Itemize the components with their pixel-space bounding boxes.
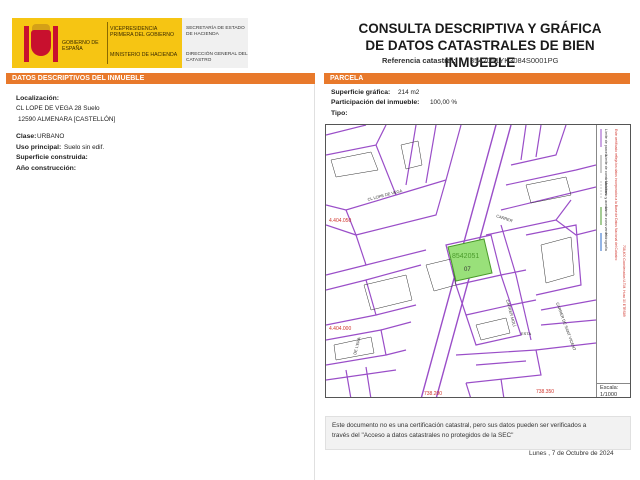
- address-line-2: 12590 ALMENARA [CASTELLÓN]: [18, 116, 116, 123]
- map-drawing: 8542051 07 4.404.050 4.404.000 738.200 7…: [326, 125, 596, 397]
- uso-label: Uso principal:: [16, 144, 62, 151]
- street-label-era: DE L'ERA: [352, 336, 362, 355]
- coord-x2: 738.350: [536, 389, 554, 395]
- street-label-sant-vicent: CARRER DE SANT VICENT: [555, 302, 577, 352]
- parcel-number-label: 07: [464, 267, 471, 273]
- government-header: GOBIERNO DE ESPAÑA VICEPRESIDENCIA PRIME…: [12, 18, 248, 68]
- highlighted-parcel: [447, 238, 493, 282]
- coord-x1: 738.200: [424, 391, 442, 397]
- cadastral-map[interactable]: 8542051 07 4.404.050 4.404.000 738.200 7…: [325, 124, 631, 398]
- title-line-1: CONSULTA DESCRIPTIVA Y GRÁFICA: [358, 21, 602, 36]
- disclaimer-line-2: través del "Acceso a datos catastrales n…: [332, 432, 514, 439]
- sup-grafica-label: Superficie gráfica:: [331, 89, 391, 96]
- street-label-moli: CARRER MOLÍ: [505, 299, 517, 328]
- localizacion-label: Localización:: [16, 95, 60, 102]
- scale-label: Escala:: [600, 385, 619, 391]
- gov-yellow-panel: GOBIERNO DE ESPAÑA VICEPRESIDENCIA PRIME…: [12, 18, 182, 68]
- legend-line-1: Límite de parcela: [604, 129, 608, 157]
- street-label-carrer: CARRER: [496, 213, 514, 223]
- vicepresidencia-text: VICEPRESIDENCIA PRIMERA DEL GOBIERNO: [110, 26, 175, 38]
- coord-y2: 4.404.000: [329, 326, 351, 332]
- ref-label: Referencia catastral:: [382, 56, 456, 65]
- legend-line-5: Hidrografía: [604, 233, 608, 251]
- coat-of-arms-icon: [22, 24, 60, 64]
- anio-construccion-label: Año construcción:: [16, 165, 77, 172]
- section-heading-descriptive: DATOS DESCRIPTIVOS DEL INMUEBLE: [6, 73, 315, 84]
- participacion-value: 100,00 %: [430, 99, 458, 106]
- direccion-text: DIRECCIÓN GENERAL DEL CATASTRO: [186, 52, 248, 63]
- scale-box: Escala: 1/1000: [596, 383, 630, 398]
- disclaimer-line-1: Este documento no es una certificación c…: [332, 422, 587, 429]
- scale-value: 1/1000: [600, 392, 618, 398]
- address-line-1: CL LOPE DE VEGA 28 Suelo: [16, 105, 100, 112]
- gobierno-text: GOBIERNO DE ESPAÑA: [62, 40, 99, 52]
- clase-value: URBANO: [37, 133, 65, 140]
- document-date: Lunes , 7 de Octubre de 2024: [529, 450, 614, 457]
- superficie-construida-label: Superficie construida:: [16, 154, 88, 161]
- street-label-esta: ESTA: [521, 331, 531, 336]
- secretaria-text: SECRETARÍA DE ESTADO DE HACIENDA: [186, 26, 245, 37]
- ministerio-text: MINISTERIO DE HACIENDA: [110, 52, 178, 58]
- legend-note: Este certificado refleja los datos incor…: [614, 129, 618, 260]
- section-heading-parcela: PARCELA: [324, 73, 630, 84]
- map-legend: Límite de parcela Límite de construccion…: [596, 125, 630, 397]
- sup-grafica-value: 214 m2: [398, 89, 420, 96]
- gov-white-panel: SECRETARÍA DE ESTADO DE HACIENDA DIRECCI…: [182, 18, 248, 68]
- tipo-label: Tipo:: [331, 110, 348, 117]
- uso-value: Suelo sin edif.: [64, 144, 105, 151]
- parcel-code-label: 8542051: [452, 253, 479, 260]
- coords-note: 738,400 Coordenadas U.T.M. Huso 30 ETRS8…: [622, 245, 626, 317]
- title-line-2: DE DATOS CATASTRALES DE BIEN INMUEBLE: [365, 38, 595, 70]
- ref-value: 8542051YK3084S0001PG: [470, 56, 559, 65]
- legend-drawing: Límite de parcela Límite de construccion…: [600, 129, 626, 317]
- participacion-label: Participación del inmueble:: [331, 99, 420, 106]
- clase-label: Clase:: [16, 133, 37, 140]
- disclaimer-box: Este documento no es una certificación c…: [325, 416, 631, 450]
- coord-y1: 4.404.050: [329, 218, 351, 224]
- legend-line-4: Límite zona verde: [604, 207, 608, 236]
